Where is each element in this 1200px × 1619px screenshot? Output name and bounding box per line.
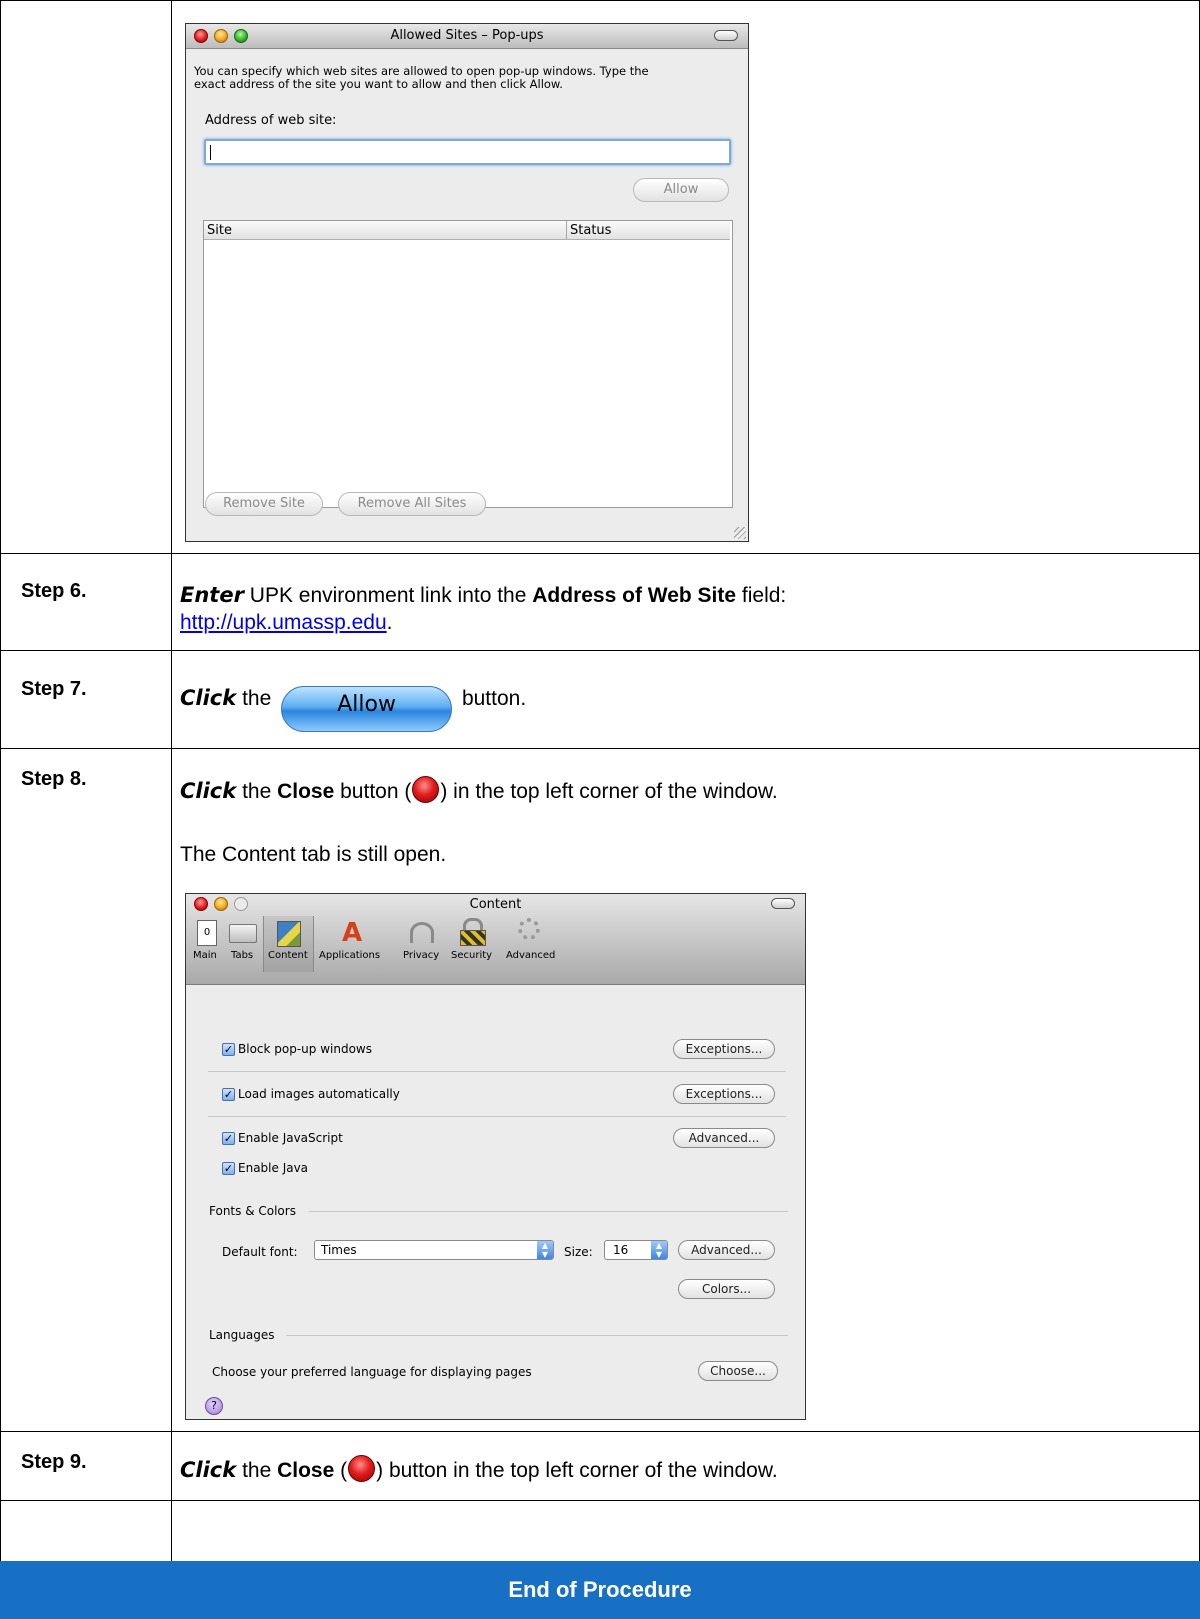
address-label: Address of web site: [205,113,337,128]
step-6-label: Step 6. [21,580,87,602]
separator [286,1335,788,1336]
allow-button[interactable]: Allow [633,178,729,202]
fonts-colors-heading: Fonts & Colors [209,1204,296,1218]
select-arrows-icon: ▲ ▼ [651,1241,667,1259]
tabs-icon [229,924,257,943]
step-9-text: Click the Close () button in the top lef… [180,1455,1180,1484]
lock-body-icon [460,930,486,946]
size-label: Size: [564,1245,593,1259]
step-6-text: Enter UPK environment link into the Addr… [180,583,787,634]
close-button-icon [412,776,440,803]
toolbar-toggle-button[interactable] [771,898,795,909]
column-site[interactable]: Site [207,223,232,238]
table-header: Site Status [204,221,730,240]
fonts-advanced-button[interactable]: Advanced... [678,1240,775,1260]
end-of-procedure-banner: End of Procedure [0,1561,1200,1619]
allow-button-image: Allow [281,686,453,732]
block-popups-label: Block pop-up windows [238,1042,372,1056]
main-icon: 0 [197,920,217,946]
column-status[interactable]: Status [570,223,611,238]
resize-grip-icon[interactable] [734,527,746,539]
colors-button[interactable]: Colors... [678,1279,775,1299]
step-7-text: Click the Allow button. [180,675,1180,732]
enable-java-label: Enable Java [238,1161,309,1175]
step-8-text: Click the Close button () in the top lef… [180,776,1180,805]
toolbar-security[interactable]: Security [447,916,499,968]
sites-table: Site Status [203,220,733,508]
toolbar-privacy[interactable]: Privacy [397,916,445,968]
allowed-sites-window: Allowed Sites – Pop-ups You can specify … [185,23,749,542]
gear-icon [518,918,540,940]
block-popups-exceptions-button[interactable]: Exceptions... [673,1039,775,1059]
step-8-note: The Content tab is still open. [180,843,447,866]
window-title: Allowed Sites – Pop-ups [390,28,544,43]
remove-site-button[interactable]: Remove Site [205,492,323,516]
languages-text: Choose your preferred language for displ… [212,1365,532,1379]
applications-icon: A [342,918,363,948]
languages-heading: Languages [209,1328,275,1342]
close-button-icon [348,1455,376,1482]
enable-javascript-checkbox[interactable]: ✓ [222,1132,235,1145]
content-window: Content 0 Main Tabs Content A Applicatio… [185,893,806,1420]
content-titlebar: Content 0 Main Tabs Content A Applicatio… [186,894,805,985]
enable-javascript-label: Enable JavaScript [238,1131,343,1145]
column-divider [566,221,567,239]
select-arrows-icon: ▲ ▼ [537,1241,553,1259]
load-images-checkbox[interactable]: ✓ [222,1088,235,1101]
toolbar-toggle-button[interactable] [714,30,738,41]
toolbar-content[interactable]: Content [263,916,314,972]
address-input[interactable] [204,139,731,165]
help-button[interactable]: ? [205,1397,223,1415]
separator [208,1071,786,1072]
remove-all-sites-button[interactable]: Remove All Sites [338,492,486,516]
upk-link[interactable]: http://upk.umassp.edu [180,611,387,634]
procedure-table: Allowed Sites – Pop-ups You can specify … [0,0,1200,1619]
window-titlebar: Allowed Sites – Pop-ups [186,24,748,49]
text-cursor [210,145,211,160]
separator [309,1211,788,1212]
toolbar-main[interactable]: 0 Main [191,916,223,968]
default-font-label: Default font: [222,1245,298,1259]
step-8-label: Step 8. [21,768,87,790]
privacy-icon [410,922,434,943]
toolbar-tabs[interactable]: Tabs [226,916,260,968]
description-text: You can specify which web sites are allo… [194,64,649,91]
step-7-label: Step 7. [21,678,87,700]
toolbar-applications[interactable]: A Applications [316,916,394,968]
enable-java-checkbox[interactable]: ✓ [222,1162,235,1175]
choose-language-button[interactable]: Choose... [698,1361,778,1381]
default-font-select[interactable]: Times ▲ ▼ [314,1240,554,1260]
content-window-title: Content [469,897,522,912]
content-icon [276,921,301,947]
step-9-label: Step 9. [21,1451,87,1473]
font-size-select[interactable]: 16 ▲ ▼ [604,1240,668,1260]
javascript-advanced-button[interactable]: Advanced... [673,1128,775,1148]
load-images-label: Load images automatically [238,1087,400,1101]
load-images-exceptions-button[interactable]: Exceptions... [673,1084,775,1104]
help-icon: ? [211,1399,217,1412]
block-popups-checkbox[interactable]: ✓ [222,1043,235,1056]
separator [208,1116,786,1117]
toolbar-advanced[interactable]: Advanced [501,916,561,968]
